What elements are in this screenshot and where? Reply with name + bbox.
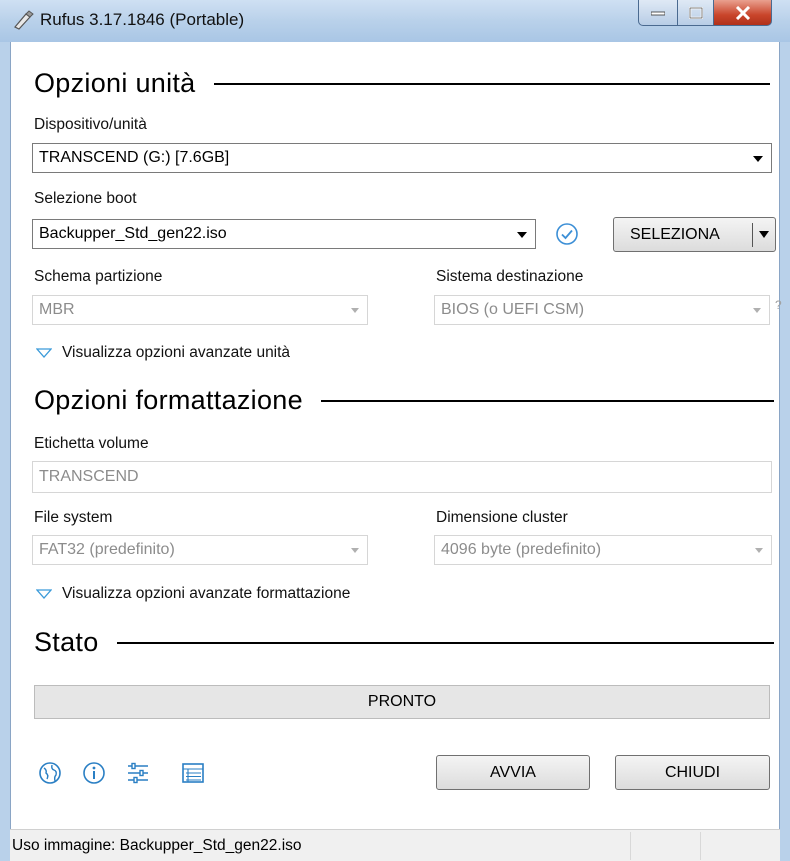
cluster-size-value: 4096 byte (predefinito) xyxy=(441,541,602,558)
close-window-button[interactable] xyxy=(714,0,772,26)
log-icon[interactable] xyxy=(180,760,206,786)
section-divider xyxy=(116,641,774,644)
partition-scheme-dropdown[interactable]: MBR xyxy=(32,295,368,325)
advanced-format-options-toggle[interactable]: Visualizza opzioni avanzate formattazion… xyxy=(36,585,350,603)
volume-label-value: TRANSCEND xyxy=(39,468,139,485)
window-frame-right xyxy=(780,42,790,861)
drive-options-header: Opzioni unità xyxy=(34,68,770,99)
advanced-drive-options-toggle[interactable]: Visualizza opzioni avanzate unità xyxy=(36,344,290,362)
split-divider xyxy=(752,223,753,247)
volume-label-label: Etichetta volume xyxy=(34,435,149,452)
select-image-button[interactable]: SELEZIONA xyxy=(613,217,776,252)
status-bar-separator xyxy=(630,832,631,860)
maximize-icon xyxy=(688,6,703,19)
chevron-down-icon xyxy=(753,156,763,162)
device-value: TRANSCEND (G:) [7.6GB] xyxy=(39,149,230,166)
info-icon[interactable] xyxy=(81,760,107,786)
expand-triangle-icon xyxy=(36,348,52,358)
language-icon[interactable] xyxy=(37,760,63,786)
title-bar[interactable]: Rufus 3.17.1846 (Portable) xyxy=(0,0,790,42)
chevron-down-icon xyxy=(351,308,359,313)
file-system-label: File system xyxy=(34,509,113,526)
status-title: Stato xyxy=(34,627,99,657)
target-system-dropdown[interactable]: BIOS (o UEFI CSM) xyxy=(434,295,770,325)
minimize-icon xyxy=(651,11,665,15)
section-divider xyxy=(213,82,770,85)
status-progress-text: PRONTO xyxy=(367,693,437,710)
start-button-label: AVVIA xyxy=(490,763,536,781)
partition-scheme-value: MBR xyxy=(39,301,75,318)
start-button[interactable]: AVVIA xyxy=(436,755,590,790)
file-system-value: FAT32 (predefinito) xyxy=(39,541,175,558)
status-header: Stato xyxy=(34,627,774,658)
drive-options-title: Opzioni unità xyxy=(34,68,196,98)
verify-checksum-icon[interactable] xyxy=(555,222,579,246)
split-chevron-down-icon[interactable] xyxy=(759,231,769,238)
close-button[interactable]: CHIUDI xyxy=(615,755,770,790)
status-progress-bar: PRONTO xyxy=(34,685,770,719)
format-options-header: Opzioni formattazione xyxy=(34,385,774,416)
close-icon xyxy=(735,5,750,20)
select-button-label: SELEZIONA xyxy=(630,225,720,243)
advanced-format-options-label: Visualizza opzioni avanzate formattazion… xyxy=(62,585,351,602)
boot-selection-value: Backupper_Std_gen22.iso xyxy=(39,225,227,242)
settings-icon[interactable] xyxy=(125,760,151,786)
help-question-icon[interactable]: ? xyxy=(775,298,782,312)
status-bar-separator xyxy=(700,832,701,860)
volume-label-input[interactable]: TRANSCEND xyxy=(32,461,772,493)
status-bar: Uso immagine: Backupper_Std_gen22.iso xyxy=(10,829,780,861)
close-button-label: CHIUDI xyxy=(664,763,721,781)
rufus-app-icon xyxy=(14,10,34,30)
window-title: Rufus 3.17.1846 (Portable) xyxy=(40,10,245,29)
maximize-button[interactable] xyxy=(678,0,714,26)
boot-selection-dropdown[interactable]: Backupper_Std_gen22.iso xyxy=(32,219,536,249)
device-label: Dispositivo/unità xyxy=(34,116,147,133)
chevron-down-icon xyxy=(351,548,359,553)
file-system-dropdown[interactable]: FAT32 (predefinito) xyxy=(32,535,368,565)
cluster-size-label: Dimensione cluster xyxy=(436,509,568,526)
section-divider xyxy=(320,399,774,402)
minimize-button[interactable] xyxy=(638,0,678,26)
target-system-value: BIOS (o UEFI CSM) xyxy=(441,301,585,318)
advanced-drive-options-label: Visualizza opzioni avanzate unità xyxy=(62,344,291,361)
boot-selection-label: Selezione boot xyxy=(34,190,137,207)
target-system-label: Sistema destinazione xyxy=(436,268,584,285)
status-bar-text: Uso immagine: Backupper_Std_gen22.iso xyxy=(12,837,302,854)
format-options-title: Opzioni formattazione xyxy=(34,385,303,415)
device-dropdown[interactable]: TRANSCEND (G:) [7.6GB] xyxy=(32,143,772,173)
partition-scheme-label: Schema partizione xyxy=(34,268,163,285)
cluster-size-dropdown[interactable]: 4096 byte (predefinito) xyxy=(434,535,772,565)
expand-triangle-icon xyxy=(36,589,52,599)
chevron-down-icon xyxy=(517,232,527,238)
chevron-down-icon xyxy=(755,548,763,553)
chevron-down-icon xyxy=(753,308,761,313)
window-frame-left xyxy=(0,42,10,861)
